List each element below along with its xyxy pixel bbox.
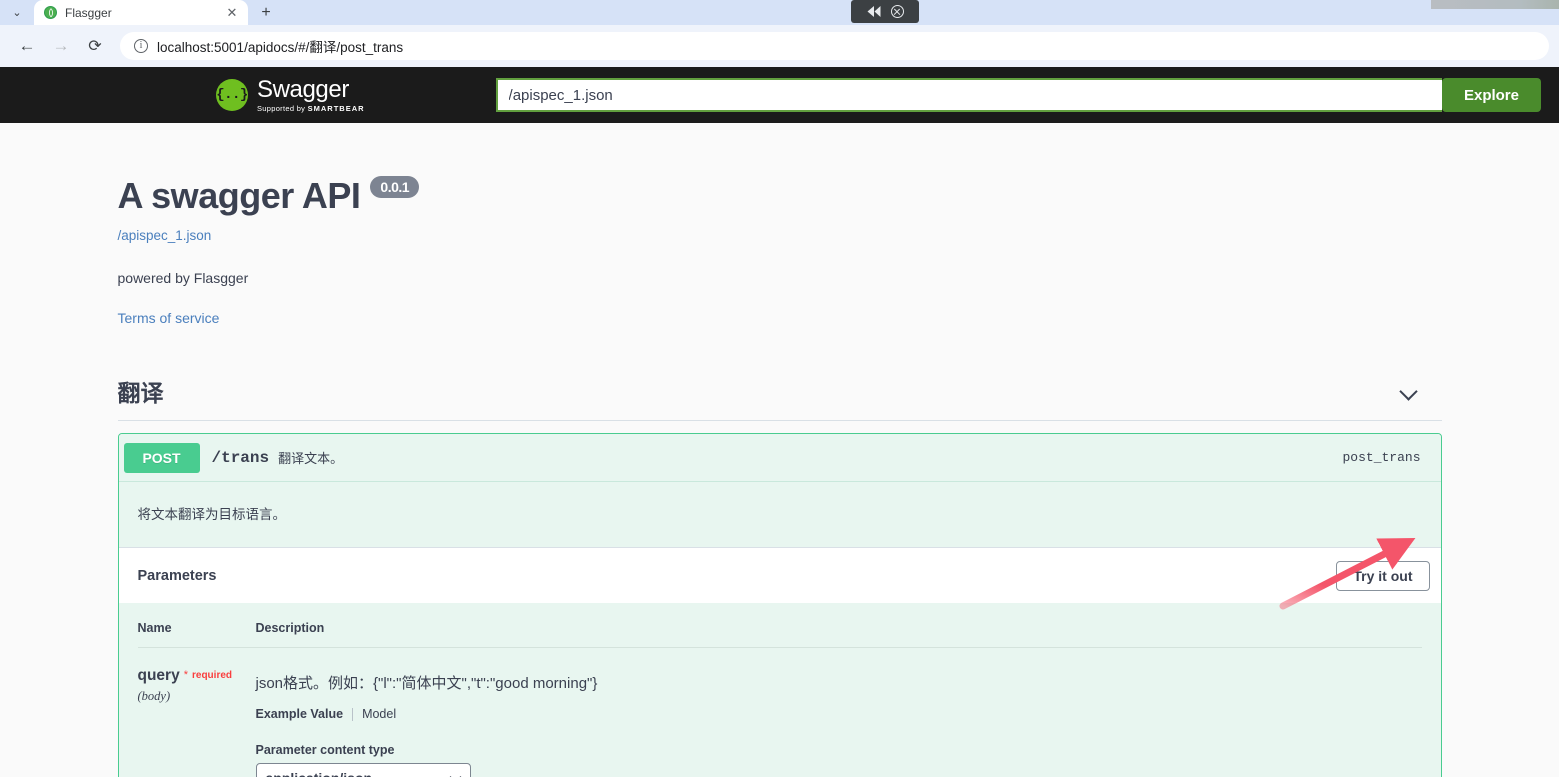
content-type-label: Parameter content type <box>256 743 1422 757</box>
tab-example-value[interactable]: Example Value <box>256 707 344 721</box>
smartbear-brand: SMARTBEAR <box>308 104 365 113</box>
parameters-table: Name Description query * required (body) <box>119 603 1441 777</box>
column-header-description: Description <box>256 621 325 635</box>
back-button[interactable]: ← <box>10 29 44 63</box>
forward-button[interactable]: → <box>44 29 78 63</box>
parameters-header: Parameters Try it out <box>119 547 1441 603</box>
tab-list-chevron-icon[interactable]: ⌄ <box>0 0 34 25</box>
example-model-tabs: Example Value Model <box>256 707 1422 721</box>
api-title-text: A swagger API <box>118 175 361 217</box>
spec-explore-form: Explore <box>496 78 1541 112</box>
api-info-block: A swagger API 0.0.1 /apispec_1.json powe… <box>118 123 1442 328</box>
browser-tab[interactable]: Flasgger ✕ <box>34 0 248 25</box>
spec-url-link[interactable]: /apispec_1.json <box>118 228 212 243</box>
try-it-out-button[interactable]: Try it out <box>1336 561 1429 591</box>
tab-separator <box>352 708 353 721</box>
http-method-badge: POST <box>124 443 200 473</box>
parameter-description: json格式。例如：{"l":"简体中文","t":"good morning"… <box>256 672 1422 693</box>
flask-icon <box>44 6 57 19</box>
parameters-table-head: Name Description <box>138 603 1422 648</box>
swagger-logo-subtext: Supported by SMARTBEAR <box>257 105 365 113</box>
tab-model[interactable]: Model <box>362 707 396 721</box>
screenshare-toolbar <box>851 0 919 23</box>
window-controls-strip <box>1431 0 1559 9</box>
parameters-title: Parameters <box>138 568 217 584</box>
operation-description: 将文本翻译为目标语言。 <box>119 482 1441 547</box>
page-title: A swagger API 0.0.1 <box>118 175 1442 217</box>
new-tab-button[interactable]: + <box>252 0 280 25</box>
address-bar-url: localhost:5001/apidocs/#/翻译/post_trans <box>157 36 403 56</box>
chevron-down-icon[interactable] <box>1400 381 1420 401</box>
tag-header[interactable]: 翻译 <box>118 374 1442 421</box>
tag-section: 翻译 POST /trans 翻译文本。 post_trans 将文本翻译为目标… <box>118 374 1442 777</box>
operation-summary: 翻译文本。 <box>278 448 343 467</box>
browser-tabstrip: ⌄ Flasgger ✕ + <box>0 0 1559 25</box>
supported-by-label: Supported by <box>257 104 308 113</box>
parameter-name: query <box>138 667 180 685</box>
table-row: query * required (body) json格式。例如：{"l":"… <box>138 648 1422 777</box>
browser-chrome: ⌄ Flasgger ✕ + ← → ⟳ i localhost:5001/ap… <box>0 0 1559 67</box>
content-type-select[interactable]: application/json <box>256 763 471 777</box>
required-label: required <box>192 670 232 681</box>
spec-url-input[interactable] <box>496 78 1442 112</box>
operation-id: post_trans <box>1342 450 1430 465</box>
close-icon[interactable]: ✕ <box>224 5 240 21</box>
explore-button[interactable]: Explore <box>1442 78 1541 112</box>
pause-icon[interactable] <box>867 6 881 18</box>
address-bar[interactable]: i localhost:5001/apidocs/#/翻译/post_trans <box>120 32 1549 60</box>
parameter-description-cell: json格式。例如：{"l":"简体中文","t":"good morning"… <box>256 667 1422 777</box>
column-header-name: Name <box>138 621 256 635</box>
operation-block: POST /trans 翻译文本。 post_trans 将文本翻译为目标语言。… <box>118 433 1442 777</box>
swagger-logo-text: Swagger <box>257 78 365 102</box>
reload-button[interactable]: ⟳ <box>78 29 112 63</box>
parameter-name-cell: query * required (body) <box>138 667 256 777</box>
terms-of-service-link[interactable]: Terms of service <box>118 310 220 326</box>
api-version-badge: 0.0.1 <box>370 176 419 199</box>
swagger-topbar: {..} Swagger Supported by SMARTBEAR Expl… <box>0 67 1559 123</box>
stop-sharing-icon[interactable] <box>891 5 904 18</box>
required-asterisk-icon: * <box>184 670 188 681</box>
powered-by-label: powered by Flasgger <box>118 270 1442 286</box>
browser-toolbar: ← → ⟳ i localhost:5001/apidocs/#/翻译/post… <box>0 25 1559 67</box>
swagger-ui-page: A swagger API 0.0.1 /apispec_1.json powe… <box>0 123 1559 777</box>
content-type-select-wrap: application/json <box>256 763 471 777</box>
swagger-logo[interactable]: {..} Swagger Supported by SMARTBEAR <box>216 78 365 113</box>
browser-tab-title: Flasgger <box>65 6 216 20</box>
swagger-logo-icon: {..} <box>216 79 248 111</box>
site-info-icon[interactable]: i <box>134 39 148 53</box>
swagger-logo-glyph: {..} <box>216 87 248 103</box>
operation-path: /trans <box>212 449 270 467</box>
tag-name: 翻译 <box>118 374 164 408</box>
operation-summary-row[interactable]: POST /trans 翻译文本。 post_trans <box>119 434 1441 481</box>
operation-body: 将文本翻译为目标语言。 Parameters Try it out Name D… <box>119 481 1441 777</box>
parameter-location: (body) <box>138 689 246 704</box>
